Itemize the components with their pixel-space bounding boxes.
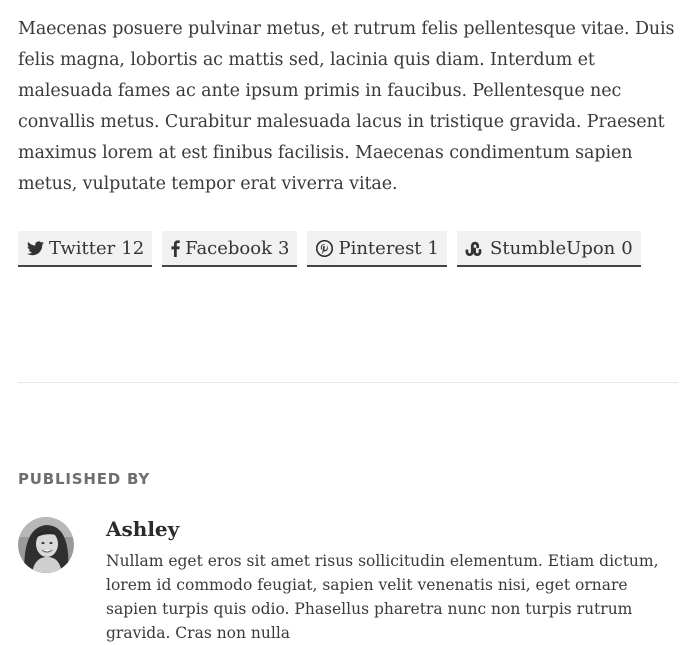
- twitter-share-button[interactable]: Twitter 12: [18, 231, 153, 267]
- pinterest-count: 1: [427, 237, 439, 259]
- pinterest-icon: [315, 239, 333, 257]
- author-name[interactable]: Ashley: [106, 517, 179, 541]
- stumbleupon-share-button[interactable]: StumbleUpon 0: [457, 231, 641, 267]
- facebook-share-button[interactable]: Facebook 3: [162, 231, 298, 267]
- facebook-label: Facebook: [185, 237, 273, 259]
- twitter-icon: [26, 239, 44, 257]
- post-paragraph: Maecenas posuere pulvinar metus, et rutr…: [18, 19, 675, 194]
- stumbleupon-count: 0: [621, 237, 633, 259]
- twitter-count: 12: [121, 237, 145, 259]
- stumbleupon-icon: [465, 239, 485, 257]
- facebook-count: 3: [278, 237, 290, 259]
- stumbleupon-label: StumbleUpon: [490, 237, 616, 259]
- pinterest-share-button[interactable]: Pinterest 1: [307, 231, 447, 267]
- pinterest-label: Pinterest: [338, 237, 422, 259]
- section-divider: [18, 382, 678, 383]
- post-content: Maecenas posuere pulvinar metus, et rutr…: [18, 14, 680, 200]
- author-avatar[interactable]: [18, 517, 74, 573]
- twitter-label: Twitter: [49, 237, 116, 259]
- facebook-icon: [170, 239, 180, 257]
- published-by-label: PUBLISHED BY: [18, 470, 151, 488]
- author-bio: Nullam eget eros sit amet risus sollicit…: [106, 552, 659, 642]
- share-buttons: Twitter 12 Facebook 3 Pinterest 1 Stumbl…: [18, 231, 641, 267]
